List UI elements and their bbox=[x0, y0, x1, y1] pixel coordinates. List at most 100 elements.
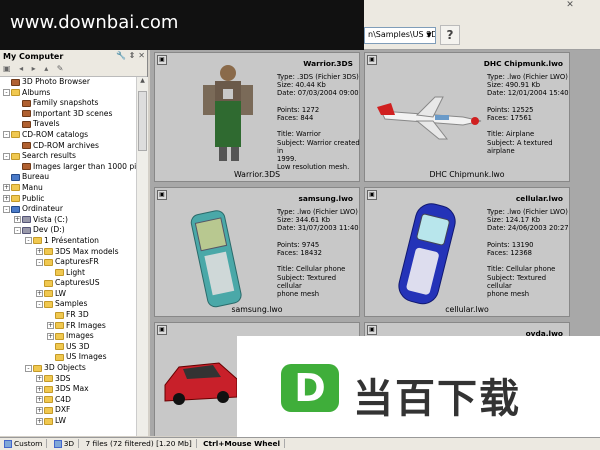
collapse-icon[interactable]: - bbox=[25, 364, 32, 372]
chevron-down-icon[interactable]: ▼ bbox=[424, 29, 434, 42]
folder-icon bbox=[44, 300, 53, 308]
collapse-icon[interactable]: - bbox=[3, 131, 10, 139]
tree-node-label: 3DS Max bbox=[55, 384, 89, 394]
tree-node[interactable]: - Albums bbox=[0, 88, 136, 99]
expand-icon[interactable]: + bbox=[36, 290, 43, 298]
tree-scrollbar[interactable]: ▲ bbox=[136, 77, 148, 436]
tree-node[interactable]: - Samples bbox=[0, 299, 136, 310]
expand-icon[interactable]: + bbox=[14, 216, 21, 224]
thumbnail-card[interactable]: ▣ cellular.lwo Type: .lwo (Fichier LWO) … bbox=[364, 187, 570, 317]
select-checkbox[interactable]: ▣ bbox=[367, 55, 377, 65]
status-file-count: 7 files (72 filtered) [1.20 Mb] bbox=[81, 439, 197, 448]
collapse-icon[interactable]: - bbox=[14, 226, 21, 234]
select-checkbox[interactable]: ▣ bbox=[157, 325, 167, 335]
tree-node[interactable]: +3DS Max models bbox=[0, 247, 136, 258]
tree-node[interactable]: +3DS Max bbox=[0, 384, 136, 395]
tree-node-label: 3D Photo Browser bbox=[22, 77, 90, 86]
tree-node[interactable]: - CD-ROM catalogs bbox=[0, 130, 136, 141]
tree-node[interactable]: US Images bbox=[0, 352, 136, 363]
tree-node[interactable]: Travels bbox=[0, 119, 136, 130]
folder-icon bbox=[11, 89, 20, 97]
tree-node[interactable]: CapturesUS bbox=[0, 278, 136, 289]
expand-icon[interactable]: + bbox=[47, 322, 54, 330]
thumbnail-card[interactable]: ▣ Warrior.3DS Type: .3DS (Fichier 3DS) S… bbox=[154, 52, 360, 182]
path-combo[interactable]: n\Samples\US 3D\ ▼ bbox=[364, 27, 436, 44]
scroll-thumb[interactable] bbox=[138, 91, 147, 151]
tree-node[interactable]: + Images bbox=[0, 331, 136, 342]
tree-node[interactable]: CD-ROM archives bbox=[0, 141, 136, 152]
expand-icon[interactable]: + bbox=[36, 406, 43, 414]
collapse-icon[interactable]: - bbox=[36, 300, 43, 308]
tree-node[interactable]: - Search results bbox=[0, 151, 136, 162]
tree-node[interactable]: + C4D bbox=[0, 395, 136, 406]
tree-node[interactable]: - Dev (D:) bbox=[0, 225, 136, 236]
tree-node[interactable]: Bureau bbox=[0, 172, 136, 183]
collapse-icon[interactable]: - bbox=[3, 205, 10, 213]
expand-icon[interactable]: + bbox=[36, 417, 43, 425]
folder-icon bbox=[55, 322, 64, 330]
tree-node[interactable]: + Manu bbox=[0, 183, 136, 194]
tree-node[interactable]: - Ordinateur bbox=[0, 204, 136, 215]
thumbnail-card[interactable]: ▣ samsung.lwo Type: .lwo (Fichier LWO) S… bbox=[154, 187, 360, 317]
tree-node[interactable]: + Vista (C:) bbox=[0, 215, 136, 226]
expand-icon[interactable]: + bbox=[47, 332, 54, 340]
airplane-model-preview bbox=[377, 96, 482, 140]
album-icon bbox=[22, 99, 31, 107]
collapse-icon[interactable]: - bbox=[36, 258, 43, 266]
help-button[interactable]: ? bbox=[440, 25, 460, 45]
collapse-icon[interactable]: - bbox=[25, 237, 32, 245]
tree-node[interactable]: - 3D Objects bbox=[0, 363, 136, 374]
panel-toolbar[interactable]: ▣ ◂ ▸ ▴ ✎ bbox=[0, 63, 147, 77]
select-checkbox[interactable]: ▣ bbox=[157, 55, 167, 65]
collapse-icon[interactable]: - bbox=[3, 89, 10, 97]
select-checkbox[interactable]: ▣ bbox=[367, 190, 377, 200]
thumbnail-card[interactable]: ▣ DHC Chipmunk.lwo Type: .lwo (Fichier L… bbox=[364, 52, 570, 182]
scroll-up-icon[interactable]: ▲ bbox=[137, 77, 148, 87]
tree-node-label: CD-ROM archives bbox=[33, 140, 99, 150]
tree-node[interactable]: + LW bbox=[0, 416, 136, 427]
expand-icon[interactable]: + bbox=[36, 375, 43, 383]
tree-node[interactable]: + LW bbox=[0, 289, 136, 300]
tree-node[interactable]: US 3D bbox=[0, 342, 136, 353]
tree-node[interactable]: + FR Images bbox=[0, 321, 136, 332]
samsung-phone-preview bbox=[190, 210, 242, 308]
expand-icon[interactable]: + bbox=[36, 385, 43, 393]
folder-icon bbox=[55, 343, 64, 351]
expand-icon[interactable]: + bbox=[36, 396, 43, 404]
expand-icon[interactable]: + bbox=[3, 195, 10, 203]
status-view-mode[interactable]: Custom bbox=[0, 439, 48, 448]
tree-node[interactable]: +3DS bbox=[0, 374, 136, 385]
collapse-icon[interactable]: - bbox=[3, 152, 10, 160]
select-checkbox[interactable]: ▣ bbox=[157, 190, 167, 200]
tree-node[interactable]: + DXF bbox=[0, 405, 136, 416]
folder-icon bbox=[55, 269, 64, 277]
tree-node[interactable]: 3D Photo Browser bbox=[0, 77, 136, 88]
expand-icon[interactable]: + bbox=[36, 248, 43, 255]
tree-node[interactable]: FR 3D bbox=[0, 310, 136, 321]
tree-node-label: 3D Objects bbox=[44, 363, 86, 373]
tree-node[interactable]: - 1 Présentation bbox=[0, 236, 136, 247]
tree-node[interactable]: Family snapshots bbox=[0, 98, 136, 109]
tree-node[interactable]: Light bbox=[0, 268, 136, 279]
select-checkbox[interactable]: ▣ bbox=[367, 325, 377, 335]
panel-header-icons[interactable]: 🔧 ⇕ ✕ bbox=[116, 51, 145, 60]
window-close-button[interactable]: ✕ bbox=[540, 0, 600, 14]
brand-logo: D bbox=[281, 364, 339, 412]
tree-node[interactable]: Important 3D scenes bbox=[0, 109, 136, 120]
tree-node[interactable]: Images larger than 1000 pixels bbox=[0, 162, 136, 173]
folder-tree[interactable]: 3D Photo Browser - Albums Family snapshots I… bbox=[0, 77, 136, 436]
tree-node-label: Light bbox=[66, 267, 85, 277]
tree-node-label: FR Images bbox=[66, 320, 106, 330]
status-type[interactable]: 3D bbox=[49, 439, 80, 448]
expand-icon[interactable]: + bbox=[3, 184, 10, 192]
tree-node[interactable]: - CapturesFR bbox=[0, 257, 136, 268]
folder-icon bbox=[11, 152, 20, 160]
folder-icon bbox=[44, 375, 53, 383]
tree-node-label: Search results bbox=[22, 151, 76, 161]
drive-icon bbox=[22, 216, 31, 224]
status-hint: Ctrl+Mouse Wheel bbox=[199, 439, 286, 448]
thumbnail-caption: Warrior.3DS bbox=[233, 170, 281, 179]
thumbnail-caption: samsung.lwo bbox=[231, 305, 283, 314]
folder-icon bbox=[44, 396, 53, 404]
tree-node[interactable]: + Public bbox=[0, 194, 136, 205]
